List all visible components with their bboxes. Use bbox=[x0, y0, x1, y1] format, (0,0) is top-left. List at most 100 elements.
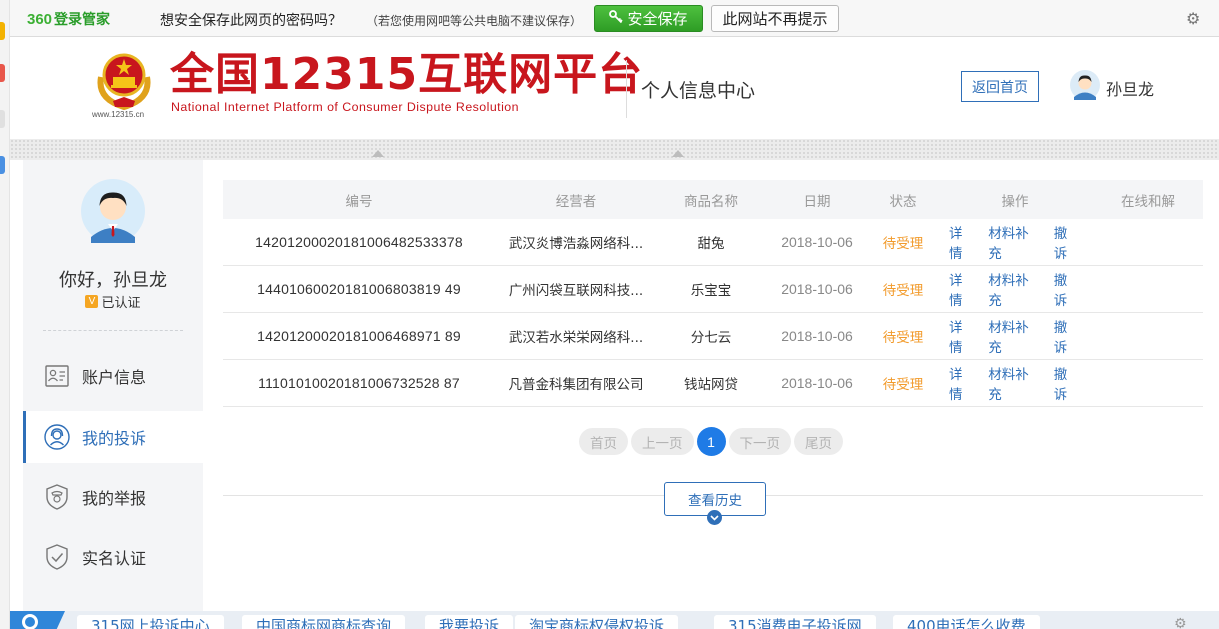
table-header: 编号 经营者 商品名称 日期 状态 操作 在线和解 bbox=[223, 180, 1203, 219]
product-name: 乐宝宝 bbox=[690, 283, 732, 299]
row-actions: 详情 材料补充 撤诉 bbox=[937, 316, 1093, 356]
bottom-link[interactable]: 315网上投诉中心 bbox=[77, 615, 224, 629]
table-row: 14201200020181006482533378 武汉炎博浩淼网络科... … bbox=[223, 219, 1203, 266]
police-badge-icon bbox=[44, 484, 70, 510]
product-name: 钱站网贷 bbox=[684, 377, 738, 393]
merchant-name: 凡普金科集团有限公司 bbox=[508, 377, 644, 393]
details-link[interactable]: 详情 bbox=[949, 269, 975, 309]
bottom-link[interactable]: 400电话怎么收费 bbox=[893, 615, 1040, 629]
details-link[interactable]: 详情 bbox=[949, 316, 975, 356]
complaint-id: 11101010020181006732528 87 bbox=[258, 375, 460, 391]
national-emblem-logo[interactable] bbox=[93, 47, 155, 111]
next-page-button[interactable]: 下一页 bbox=[728, 428, 791, 455]
column-header-actions: 操作 bbox=[1001, 193, 1029, 210]
site-header: www.12315.cn 全国12315互联网平台 National Inter… bbox=[10, 38, 1219, 139]
search-icon[interactable] bbox=[10, 611, 65, 629]
bottom-link[interactable]: 淘宝商标权侵权投诉 bbox=[515, 615, 679, 629]
product-name: 甜兔 bbox=[697, 236, 725, 252]
greeting-text: 你好，孙旦龙 bbox=[59, 270, 167, 291]
product-name: 分七云 bbox=[690, 330, 732, 346]
details-link[interactable]: 详情 bbox=[949, 363, 975, 403]
browser-side-strip bbox=[0, 0, 10, 629]
sidebar-item-my-complaints[interactable]: 我的投诉 bbox=[23, 411, 203, 463]
shield-check-icon bbox=[44, 544, 70, 570]
save-password-question: 想安全保存此网页的密码吗？ bbox=[160, 13, 342, 29]
add-materials-link[interactable]: 材料补充 bbox=[988, 363, 1041, 403]
side-tab-marker[interactable] bbox=[0, 110, 5, 128]
sidebar-item-my-reports[interactable]: 我的举报 bbox=[23, 471, 203, 523]
gear-icon[interactable]: ⚙ bbox=[1174, 616, 1187, 629]
platform-brand-subtitle: National Internet Platform of Consumer D… bbox=[171, 100, 519, 114]
band-arrow-decoration bbox=[372, 150, 384, 157]
platform-brand-title[interactable]: 全国12315互联网平台 bbox=[170, 50, 643, 100]
status-badge: 待受理 bbox=[882, 283, 924, 299]
side-tab-marker[interactable] bbox=[0, 64, 5, 82]
withdraw-complaint-link[interactable]: 撤诉 bbox=[1054, 363, 1080, 403]
side-tab-marker[interactable] bbox=[0, 22, 5, 40]
add-materials-link[interactable]: 材料补充 bbox=[988, 269, 1041, 309]
sidebar-item-real-name-auth[interactable]: 实名认证 bbox=[23, 531, 203, 583]
gear-icon[interactable]: ⚙ bbox=[1186, 9, 1200, 28]
withdraw-complaint-link[interactable]: 撤诉 bbox=[1054, 269, 1080, 309]
dont-remind-button[interactable]: 此网站不再提示 bbox=[711, 5, 839, 32]
complaint-date: 2018-10-06 bbox=[781, 375, 853, 391]
page-title: 个人信息中心 bbox=[641, 80, 756, 102]
complaints-table: 编号 经营者 商品名称 日期 状态 操作 在线和解 14201200020181… bbox=[223, 180, 1203, 407]
first-page-button[interactable]: 首页 bbox=[579, 428, 628, 455]
add-materials-link[interactable]: 材料补充 bbox=[988, 222, 1041, 262]
sidebar: 你好，孙旦龙 V 已认证 账户信息 我的投诉 我的举报 实名认证 bbox=[23, 160, 203, 612]
status-badge: 待受理 bbox=[882, 377, 924, 393]
back-home-button[interactable]: 返回首页 bbox=[961, 71, 1039, 102]
sidebar-divider bbox=[43, 330, 183, 331]
360-login-manager-logo: 360 登录管家 bbox=[27, 11, 111, 28]
chevron-down-icon[interactable] bbox=[707, 510, 722, 525]
bottom-link-bar: 315网上投诉中心 中国商标网商标查询 我要投诉 淘宝商标权侵权投诉 315消费… bbox=[10, 611, 1219, 629]
withdraw-complaint-link[interactable]: 撤诉 bbox=[1054, 222, 1080, 262]
key-icon bbox=[609, 9, 624, 28]
band-arrow-decoration bbox=[672, 150, 684, 157]
row-actions: 详情 材料补充 撤诉 bbox=[937, 363, 1093, 403]
status-badge: 待受理 bbox=[882, 330, 924, 346]
column-header-merchant: 经营者 bbox=[555, 193, 597, 210]
complaint-id: 14201200020181006482533378 bbox=[255, 234, 463, 250]
last-page-button[interactable]: 尾页 bbox=[794, 428, 843, 455]
side-tab-marker[interactable] bbox=[0, 156, 5, 174]
secure-save-button[interactable]: 安全保存 bbox=[594, 5, 703, 32]
column-header-status: 状态 bbox=[889, 193, 917, 210]
complaint-id: 14201200020181006468971 89 bbox=[257, 328, 461, 344]
site-url-text: www.12315.cn bbox=[92, 110, 145, 119]
complaint-id: 14401060020181006803819 49 bbox=[257, 281, 461, 297]
details-link[interactable]: 详情 bbox=[949, 222, 975, 262]
password-save-bar: 360 登录管家 想安全保存此网页的密码吗？ （若您使用网吧等公共电脑不建议保存）… bbox=[10, 0, 1219, 37]
complaint-date: 2018-10-06 bbox=[781, 281, 853, 297]
bottom-link[interactable]: 315消费电子投诉网 bbox=[714, 615, 876, 629]
table-row: 14401060020181006803819 49 广州闪袋互联网科技... … bbox=[223, 266, 1203, 313]
column-header-online-settlement: 在线和解 bbox=[1121, 193, 1175, 210]
row-actions: 详情 材料补充 撤诉 bbox=[937, 269, 1093, 309]
merchant-name: 广州闪袋互联网科技... bbox=[508, 283, 644, 299]
column-header-id: 编号 bbox=[345, 193, 373, 210]
table-row: 11101010020181006732528 87 凡普金科集团有限公司 钱站… bbox=[223, 360, 1203, 407]
header-divider bbox=[626, 60, 627, 118]
id-card-icon bbox=[44, 363, 70, 389]
column-header-date: 日期 bbox=[803, 193, 831, 210]
header-shadow-band bbox=[10, 139, 1219, 160]
add-materials-link[interactable]: 材料补充 bbox=[988, 316, 1041, 356]
sidebar-item-account-info[interactable]: 账户信息 bbox=[23, 350, 203, 402]
merchant-name: 武汉若水栄栄网络科... bbox=[508, 330, 644, 346]
withdraw-complaint-link[interactable]: 撤诉 bbox=[1054, 316, 1080, 356]
table-row: 14201200020181006468971 89 武汉若水栄栄网络科... … bbox=[223, 313, 1203, 360]
bottom-link[interactable]: 中国商标网商标查询 bbox=[242, 615, 406, 629]
headset-user-icon bbox=[44, 424, 70, 450]
user-avatar[interactable] bbox=[1070, 70, 1100, 100]
current-page-button[interactable]: 1 bbox=[696, 427, 726, 456]
public-computer-note: （若您使用网吧等公共电脑不建议保存） bbox=[366, 14, 583, 28]
status-badge: 待受理 bbox=[882, 236, 924, 252]
bottom-link[interactable]: 我要投诉 bbox=[425, 615, 514, 629]
merchant-name: 武汉炎博浩淼网络科... bbox=[508, 236, 644, 252]
header-user-name[interactable]: 孙旦龙 bbox=[1106, 76, 1154, 100]
verified-badge-icon: V bbox=[85, 295, 99, 308]
verified-status: V 已认证 bbox=[23, 292, 203, 311]
prev-page-button[interactable]: 上一页 bbox=[631, 428, 694, 455]
complaint-date: 2018-10-06 bbox=[781, 234, 853, 250]
